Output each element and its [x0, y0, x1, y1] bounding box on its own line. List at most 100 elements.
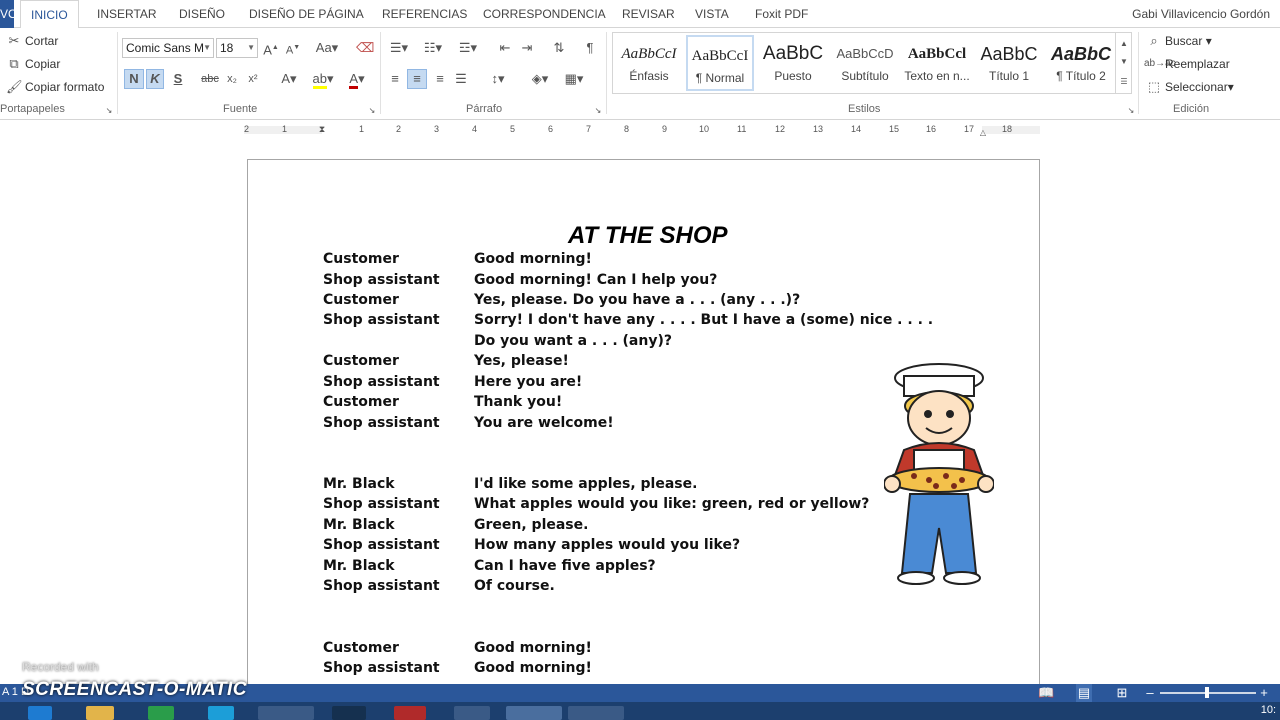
- line-spacing-icon[interactable]: ↕▾: [484, 70, 512, 88]
- dialog-launcher-icon[interactable]: ↘: [104, 102, 114, 120]
- read-mode-icon[interactable]: 📖: [1038, 684, 1054, 702]
- chrome-taskbar-icon[interactable]: [258, 706, 314, 720]
- indent-marker-icon[interactable]: ⧗: [316, 120, 328, 138]
- ie-icon[interactable]: [28, 706, 52, 720]
- font-size-select[interactable]: 18 ▼: [216, 38, 258, 58]
- select-icon: ⬚: [1147, 79, 1161, 94]
- print-layout-icon[interactable]: ▤: [1076, 684, 1092, 702]
- multilevel-list-icon[interactable]: ☲▾: [454, 39, 482, 57]
- dialog-launcher-icon[interactable]: ↘: [367, 102, 377, 120]
- skype-icon[interactable]: [208, 706, 234, 720]
- select-button[interactable]: Seleccionar▾: [1165, 80, 1234, 94]
- tab-correspondencia[interactable]: CORRESPONDENCIA: [483, 0, 606, 28]
- user-name[interactable]: Gabi Villavicencio Gordón: [1132, 0, 1270, 28]
- font-family-select[interactable]: Comic Sans M ▼: [122, 38, 214, 58]
- dialogue-text: Green, please.: [474, 517, 589, 533]
- dialog-launcher-icon[interactable]: ↘: [1126, 102, 1136, 120]
- pdf-taskbar-icon[interactable]: [394, 706, 426, 720]
- web-layout-icon[interactable]: ⊞: [1114, 684, 1130, 702]
- ruler-label: 2: [396, 124, 402, 134]
- style-enfasis[interactable]: AaBbCcI Énfasis: [615, 35, 683, 91]
- document-page[interactable]: AT THE SHOP Customer Good morning! Shop …: [247, 159, 1040, 689]
- style-normal[interactable]: AaBbCcI ¶ Normal: [686, 35, 754, 91]
- speaker: Mr. Black: [323, 517, 395, 533]
- gallery-scroll[interactable]: ▲ ▼ ☰: [1115, 33, 1131, 93]
- mail-taskbar-icon[interactable]: [454, 706, 490, 720]
- change-case-icon[interactable]: Aa▾: [313, 39, 341, 57]
- find-button[interactable]: Buscar ▾: [1165, 34, 1212, 48]
- format-painter-button[interactable]: Copiar formato: [25, 80, 104, 94]
- horizontal-ruler[interactable]: 2 1 1 2 3 4 5 6 7 8 9 10 11 12 13 14 15 …: [244, 124, 1040, 137]
- chevron-up-icon[interactable]: ▲: [1116, 35, 1132, 53]
- ruler-label: 2: [244, 124, 250, 134]
- style-titulo-1[interactable]: AaBbC Título 1: [975, 35, 1043, 91]
- increase-indent-icon[interactable]: ⇥: [519, 39, 535, 57]
- font-group-label: Fuente: [223, 103, 258, 115]
- style-sample: AaBbC: [762, 43, 824, 64]
- right-indent-marker-icon[interactable]: △: [978, 124, 988, 142]
- word-taskbar-icon[interactable]: [506, 706, 562, 720]
- media-icon[interactable]: [148, 706, 174, 720]
- justify-icon[interactable]: ☰: [452, 70, 470, 88]
- recorder-taskbar-icon[interactable]: [568, 706, 624, 720]
- speaker: Shop assistant: [323, 660, 440, 676]
- grow-font-icon[interactable]: A▲: [263, 39, 279, 59]
- dialog-launcher-icon[interactable]: ↘: [593, 102, 603, 120]
- clear-formatting-icon[interactable]: ⌫: [356, 39, 374, 57]
- ruler-label: 16: [926, 124, 937, 134]
- style-texto-en-negrita[interactable]: AaBbCcl Texto en n...: [903, 35, 971, 91]
- app-taskbar-icon[interactable]: [332, 706, 366, 720]
- sort-icon[interactable]: ⇅: [550, 39, 568, 57]
- tab-referencias[interactable]: REFERENCIAS: [382, 0, 467, 28]
- folder-icon[interactable]: [86, 706, 114, 720]
- tab-vista[interactable]: VISTA: [695, 0, 729, 28]
- bullets-icon[interactable]: ☰▾: [386, 39, 412, 57]
- cut-button[interactable]: Cortar: [25, 34, 58, 48]
- highlight-color-icon[interactable]: ab▾: [309, 70, 337, 89]
- tab-revisar[interactable]: REVISAR: [622, 0, 675, 28]
- align-left-icon[interactable]: ≡: [386, 70, 404, 88]
- tab-diseno[interactable]: DISEÑO: [179, 0, 225, 28]
- style-name: Texto en n...: [904, 69, 970, 83]
- show-marks-icon[interactable]: ¶: [582, 39, 598, 57]
- zoom-out-icon[interactable]: –: [1144, 684, 1156, 702]
- chevron-down-icon[interactable]: ▼: [1116, 53, 1132, 71]
- ruler-label: 15: [889, 124, 900, 134]
- numbering-icon[interactable]: ☷▾: [420, 39, 446, 57]
- tab-file[interactable]: VO: [0, 0, 14, 28]
- shrink-font-icon[interactable]: A▼: [285, 39, 301, 60]
- more-styles-icon[interactable]: ☰: [1116, 73, 1132, 91]
- strikethrough-icon[interactable]: abc: [200, 70, 220, 88]
- ruler-label: 17: [964, 124, 975, 134]
- text-effects-icon[interactable]: A▾: [279, 70, 299, 88]
- divider: [117, 32, 118, 114]
- decrease-indent-icon[interactable]: ⇤: [497, 39, 513, 57]
- tab-insertar[interactable]: INSERTAR: [97, 0, 157, 28]
- zoom-in-icon[interactable]: +: [1258, 684, 1270, 702]
- align-center-icon[interactable]: ≡: [407, 69, 427, 89]
- ruler-label: 5: [510, 124, 516, 134]
- zoom-slider-thumb[interactable]: [1205, 687, 1209, 698]
- tab-foxit-pdf[interactable]: Foxit PDF: [755, 0, 808, 28]
- style-subtitulo[interactable]: AaBbCcD Subtítulo: [831, 35, 899, 91]
- style-puesto[interactable]: AaBbC Puesto: [759, 35, 827, 91]
- superscript-icon[interactable]: x²: [245, 70, 261, 88]
- style-titulo-2[interactable]: AaBbC ¶ Título 2: [1047, 35, 1115, 91]
- replace-icon: ab→ac: [1144, 58, 1176, 69]
- ruler-label: 1: [359, 124, 365, 134]
- underline-button[interactable]: S: [170, 70, 186, 88]
- italic-button[interactable]: K: [146, 69, 164, 89]
- subscript-icon[interactable]: x₂: [224, 70, 240, 88]
- dialogue-text: Yes, please. Do you have a . . . (any . …: [474, 292, 801, 308]
- tab-diseno-de-pagina[interactable]: DISEÑO DE PÁGINA: [249, 0, 364, 28]
- borders-icon[interactable]: ▦▾: [560, 70, 588, 88]
- bold-button[interactable]: N: [124, 69, 144, 89]
- tab-inicio[interactable]: INICIO: [20, 0, 79, 29]
- font-color-icon[interactable]: A▾: [343, 70, 371, 89]
- copy-icon: ⧉: [9, 56, 19, 71]
- align-right-icon[interactable]: ≡: [431, 70, 449, 88]
- copy-button[interactable]: Copiar: [25, 57, 60, 71]
- clipboard-group-label: Portapapeles: [0, 103, 65, 115]
- shading-icon[interactable]: ◈▾: [526, 70, 554, 88]
- replace-button[interactable]: Reemplazar: [1165, 57, 1230, 71]
